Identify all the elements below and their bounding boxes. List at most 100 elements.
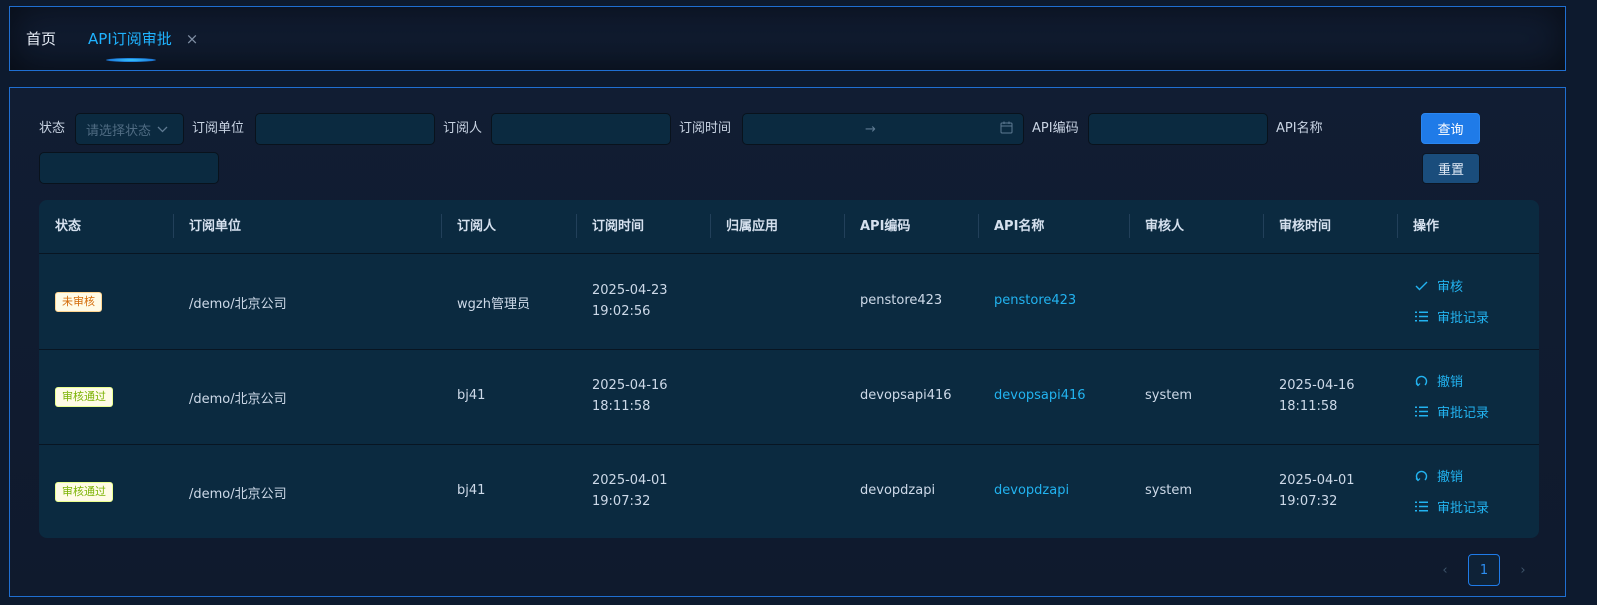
column-header-subscriber: 订阅人: [457, 219, 497, 234]
column-header-actions: 操作: [1413, 219, 1440, 234]
pagination-next-button[interactable]: ›: [1507, 554, 1539, 586]
api-name-input[interactable]: [39, 152, 219, 184]
cell-review-date: 2025-04-16: [1279, 378, 1355, 393]
subscriber-filter-label: 订阅人: [443, 121, 483, 136]
approval-record-button[interactable]: 审批记录: [1413, 402, 1489, 421]
column-divider: [1397, 214, 1398, 238]
calendar-icon: [1000, 121, 1013, 138]
column-header-status: 状态: [55, 219, 82, 234]
column-divider: [1263, 214, 1264, 238]
column-divider: [173, 214, 174, 238]
cell-unit: /demo/北京公司: [189, 392, 287, 407]
subscriber-input[interactable]: [491, 113, 671, 145]
check-icon: [1413, 281, 1429, 291]
status-select-placeholder: 请选择状态: [86, 123, 152, 139]
cell-sub-time: 19:02:56: [592, 304, 651, 319]
cell-sub-date: 2025-04-23: [592, 283, 668, 298]
list-icon: [1413, 406, 1429, 417]
chevron-left-icon: ‹: [1442, 562, 1448, 578]
api-name-link[interactable]: devopsapi416: [994, 388, 1086, 403]
subscription-table: 状态 订阅单位 订阅人 订阅时间 归属应用 API编码 API名称 审核人 审核…: [39, 200, 1539, 538]
cell-subscriber: bj41: [457, 483, 486, 498]
table-row: 审核通过 /demo/北京公司 bj41 2025-04-16 18:11:58…: [39, 349, 1539, 445]
column-divider: [576, 214, 577, 238]
cell-api-code: devopdzapi: [860, 483, 936, 498]
chevron-right-icon: ›: [1520, 562, 1526, 578]
tab-active-label: API订阅审批: [88, 30, 172, 48]
table-row: 未审核 /demo/北京公司 wgzh管理员 2025-04-23 19:02:…: [39, 254, 1539, 350]
column-header-review-time: 审核时间: [1279, 219, 1332, 234]
api-name-link[interactable]: penstore423: [994, 293, 1076, 308]
chevron-down-icon: [157, 123, 168, 136]
list-icon: [1413, 501, 1429, 512]
revoke-button-label: 撤销: [1437, 470, 1464, 485]
cell-review-date: 2025-04-01: [1279, 473, 1355, 488]
approval-record-button[interactable]: 审批记录: [1413, 497, 1489, 516]
status-badge: 审核通过: [55, 482, 113, 502]
column-header-unit: 订阅单位: [189, 219, 242, 234]
tab-bar: 首页 API订阅审批 ×: [9, 6, 1566, 71]
reset-button[interactable]: 重置: [1422, 153, 1480, 184]
column-divider: [844, 214, 845, 238]
api-code-filter-label: API编码: [1032, 121, 1079, 136]
approval-record-label: 审批记录: [1437, 501, 1490, 516]
cell-subscriber: bj41: [457, 388, 486, 403]
query-button[interactable]: 查询: [1421, 113, 1480, 144]
approval-record-button[interactable]: 审批记录: [1413, 307, 1489, 326]
list-icon: [1413, 311, 1429, 322]
cell-api-code: penstore423: [860, 293, 943, 308]
cell-sub-date: 2025-04-01: [592, 473, 668, 488]
cell-review-time: 19:07:32: [1279, 494, 1338, 509]
cell-unit: /demo/北京公司: [189, 297, 287, 312]
api-code-input[interactable]: [1088, 113, 1268, 145]
range-separator: →: [865, 121, 876, 137]
close-icon[interactable]: ×: [186, 30, 199, 48]
cell-unit: /demo/北京公司: [189, 487, 287, 502]
unit-input[interactable]: [255, 113, 435, 145]
column-divider: [978, 214, 979, 238]
status-select[interactable]: 请选择状态: [75, 113, 184, 145]
undo-icon: [1413, 374, 1429, 387]
tab-home[interactable]: 首页: [26, 28, 56, 49]
column-header-reviewer: 审核人: [1145, 219, 1185, 234]
pagination-prev-button[interactable]: ‹: [1429, 554, 1461, 586]
review-button[interactable]: 审核: [1413, 276, 1463, 295]
active-tab-indicator: [106, 58, 157, 62]
cell-review-time: 18:11:58: [1279, 399, 1338, 414]
approval-record-label: 审批记录: [1437, 311, 1490, 326]
api-name-filter-label: API名称: [1276, 121, 1323, 136]
column-header-sub-time: 订阅时间: [592, 219, 645, 234]
column-header-api-name: API名称: [994, 219, 1045, 234]
column-header-app: 归属应用: [726, 219, 779, 234]
revoke-button[interactable]: 撤销: [1413, 371, 1463, 390]
review-button-label: 审核: [1437, 280, 1464, 295]
cell-sub-time: 19:07:32: [592, 494, 651, 509]
column-divider: [1129, 214, 1130, 238]
cell-reviewer: system: [1145, 388, 1192, 403]
tab-api-subscription-approval[interactable]: API订阅审批 ×: [88, 28, 199, 62]
cell-sub-date: 2025-04-16: [592, 378, 668, 393]
table-row: 审核通过 /demo/北京公司 bj41 2025-04-01 19:07:32…: [39, 444, 1539, 538]
status-badge: 未审核: [55, 292, 102, 312]
table-header: 状态 订阅单位 订阅人 订阅时间 归属应用 API编码 API名称 审核人 审核…: [39, 200, 1539, 254]
undo-icon: [1413, 469, 1429, 482]
revoke-button[interactable]: 撤销: [1413, 466, 1463, 485]
time-filter-label: 订阅时间: [679, 121, 732, 136]
cell-reviewer: system: [1145, 483, 1192, 498]
api-name-link[interactable]: devopdzapi: [994, 483, 1069, 498]
column-divider: [710, 214, 711, 238]
status-badge: 审核通过: [55, 387, 113, 407]
column-divider: [441, 214, 442, 238]
tab-home-label: 首页: [26, 30, 57, 48]
unit-filter-label: 订阅单位: [192, 121, 245, 136]
main-panel: 状态 请选择状态 订阅单位 订阅人 订阅时间 → API编码 API名称 查询 …: [9, 87, 1566, 597]
column-header-api-code: API编码: [860, 219, 911, 234]
approval-record-label: 审批记录: [1437, 406, 1490, 421]
cell-sub-time: 18:11:58: [592, 399, 651, 414]
cell-subscriber: wgzh管理员: [457, 297, 530, 312]
pagination-page-1[interactable]: 1: [1468, 554, 1500, 586]
status-filter-label: 状态: [39, 121, 66, 136]
cell-api-code: devopsapi416: [860, 388, 952, 403]
time-range-picker[interactable]: →: [742, 113, 1024, 145]
revoke-button-label: 撤销: [1437, 375, 1464, 390]
